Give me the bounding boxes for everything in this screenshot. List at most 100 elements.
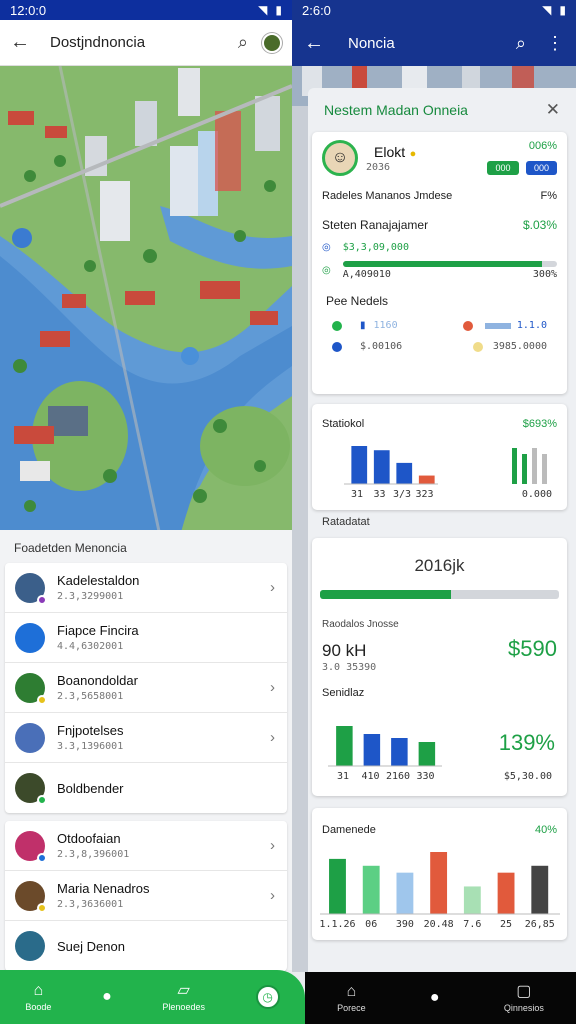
profile-pct: 006% xyxy=(528,140,557,152)
list-item-sub: 2.3,3299001 xyxy=(57,591,124,602)
status-dot xyxy=(37,852,47,863)
search-icon[interactable]: ⌕ xyxy=(516,33,526,54)
status-dot xyxy=(37,694,47,705)
list-item[interactable]: Maria Nenadros 2.3,3636001 › xyxy=(5,871,287,921)
chevron-right-icon[interactable]: › xyxy=(270,729,275,746)
nav-label: Boode xyxy=(25,1001,52,1012)
avatar xyxy=(15,572,47,605)
sheet-header: Nestem Madan Onneia ✕ xyxy=(308,88,576,132)
mini-bar xyxy=(512,448,517,484)
circle-icon: ● xyxy=(102,988,112,1005)
contact-list-group: Kadelestaldon 2.3,3299001 › Fiapce Fincira 4… xyxy=(5,563,287,813)
avatar: ☺ xyxy=(322,140,358,176)
more-vert-icon[interactable]: ⋮ xyxy=(546,33,564,54)
city-map[interactable] xyxy=(0,66,292,536)
legend-dot xyxy=(462,320,473,331)
card-pct: $693% xyxy=(522,418,557,430)
list-item-sub: 2.3,3636001 xyxy=(57,899,124,910)
progress-fill xyxy=(320,590,452,599)
bar xyxy=(363,734,381,766)
chevron-right-icon[interactable]: › xyxy=(270,887,275,904)
list-item[interactable]: Boanondoldar 2.3,5658001 › xyxy=(5,663,287,713)
left-app-bar: ← Dostjndnoncia ⌕ xyxy=(0,20,292,66)
list-item[interactable]: Fnjpotelses 3.3,1396001 › xyxy=(5,713,287,763)
left-bottom-nav: ⌂ Boode ● ▱ Plenoedes ◷ xyxy=(0,970,305,1024)
photo-icon: ▱ xyxy=(177,981,190,999)
list-item[interactable]: Suej Denon xyxy=(5,921,287,971)
bar xyxy=(373,450,390,484)
tick-label: 3/3 xyxy=(393,489,411,500)
card-title: Statiokol xyxy=(322,418,365,430)
bar xyxy=(329,858,346,914)
list-item-name: Boldbender xyxy=(57,780,124,796)
clock-icon[interactable]: ◷ xyxy=(255,985,280,1009)
caption: Radeles Mananos Jmdese xyxy=(322,190,453,202)
chevron-right-icon[interactable]: › xyxy=(270,679,275,696)
list-item[interactable]: Otdoofaian 2.3,8,396001 › xyxy=(5,821,287,871)
tick-label: 7.6 xyxy=(463,919,481,930)
big-pct: 139% xyxy=(498,730,555,755)
radio-icon: ◎ xyxy=(322,242,331,253)
avatar[interactable] xyxy=(262,32,282,53)
list-item-sub: 4.4,6302001 xyxy=(57,641,124,652)
value-label: Raodalos Jnosse xyxy=(322,619,399,630)
bottom-chart-card: Damenede 40% 1.1.26 06 390 20.48 7.6 25 26,85 xyxy=(312,808,567,940)
section-label: Ratadatat xyxy=(322,516,370,528)
map-illustration xyxy=(0,66,292,536)
status-badge[interactable]: 000 xyxy=(487,161,519,175)
page-title: Noncia xyxy=(348,34,395,52)
close-icon[interactable]: ✕ xyxy=(546,100,560,120)
tick-label: 26,85 xyxy=(525,919,555,930)
profile-note: 2036 xyxy=(366,161,391,173)
bar xyxy=(430,852,448,914)
nav-home[interactable]: ⌂ Porece xyxy=(337,983,366,1013)
stat-row: A,409010 xyxy=(342,269,391,280)
bar xyxy=(351,446,368,484)
green-value: $590 xyxy=(508,636,557,661)
bar xyxy=(396,462,413,484)
tick-label: 31 xyxy=(337,771,349,782)
legend-dot xyxy=(332,341,342,352)
avatar xyxy=(15,622,45,653)
bar xyxy=(391,738,408,766)
back-arrow-icon[interactable]: ← xyxy=(10,31,40,54)
list-item-name: Fnjpotelses xyxy=(57,723,124,738)
tick-label: 390 xyxy=(396,919,414,930)
bottom-bar-chart: 1.1.26 06 390 20.48 7.6 25 26,85 xyxy=(319,852,560,930)
avatar xyxy=(15,672,47,705)
mini-bar xyxy=(532,448,537,484)
headline-value: 2016jk xyxy=(414,556,465,575)
status-time: 2:6:0 xyxy=(302,2,331,18)
list-item[interactable]: Boldbender xyxy=(5,763,287,813)
avatar xyxy=(15,931,45,961)
chevron-right-icon[interactable]: › xyxy=(270,579,275,596)
status-badge[interactable]: 000 xyxy=(525,161,557,175)
sheet-title: Nestem Madan Onneia xyxy=(324,102,468,118)
legend-dot xyxy=(472,341,483,352)
nav-circle[interactable]: ● xyxy=(430,990,440,1006)
value-sub: 3.0 35390 xyxy=(322,662,377,673)
profile-card: ☺ Elokt ● 2036 006% 000 000 Radeles Mana… xyxy=(312,132,567,394)
list-item[interactable]: Kadelestaldon 2.3,3299001 › xyxy=(5,563,287,613)
bar xyxy=(362,865,380,914)
list-item-name: Suej Denon xyxy=(57,938,125,954)
nav-home[interactable]: ⌂ Boode xyxy=(25,982,52,1012)
back-arrow-icon[interactable]: ← xyxy=(304,32,334,55)
left-bottom-sheet: Foadetden Menoncia Kadelestaldon 2.3,3299… xyxy=(0,530,292,971)
nav-messages[interactable]: ▢ Qinnesios xyxy=(504,983,544,1013)
search-icon[interactable]: ⌕ xyxy=(238,32,248,53)
status-bar-right: 2:6:0 ◥ ▮ xyxy=(292,0,576,20)
nav-photos[interactable]: ▱ Plenoedes xyxy=(162,981,205,1012)
battery-icon: ▮ xyxy=(275,3,282,17)
section-title: Pee Nedels xyxy=(326,294,389,308)
chevron-right-icon[interactable]: › xyxy=(270,837,275,854)
stat-row: $3,3,09,000 xyxy=(342,242,409,253)
legend-value: 3985.0000 xyxy=(492,341,547,352)
stat-pct: $.03% xyxy=(522,218,557,232)
caption-pct: F% xyxy=(540,190,558,202)
nav-circle[interactable]: ● xyxy=(102,989,112,1005)
value-amount: 90 kH xyxy=(322,641,367,660)
stat-title: Steten Ranajajamer xyxy=(322,218,429,232)
tick-label: 323 xyxy=(415,489,433,500)
list-item[interactable]: Fiapce Fincira 4.4,6302001 xyxy=(5,613,287,663)
